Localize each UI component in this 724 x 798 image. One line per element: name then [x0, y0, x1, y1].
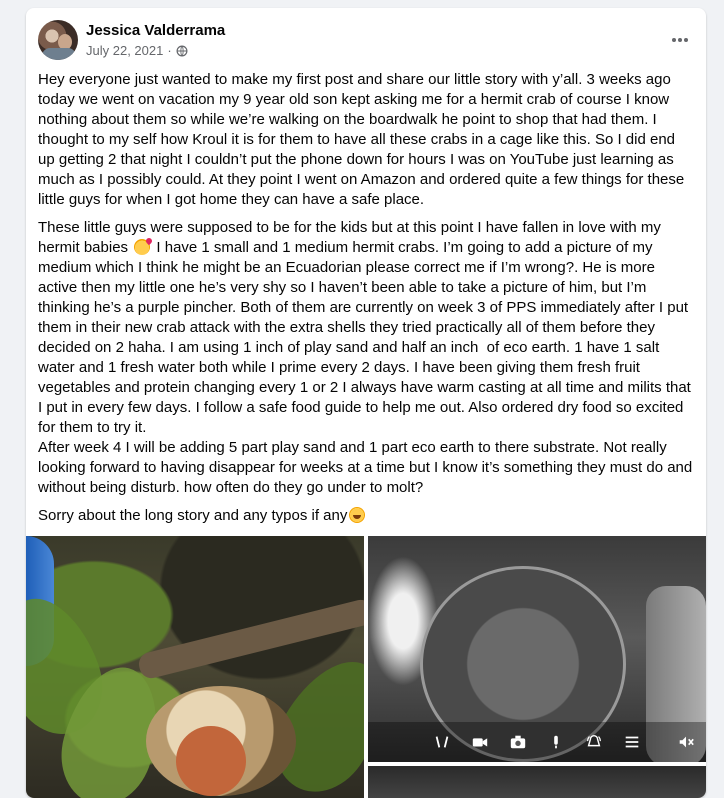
post-body: Hey everyone just wanted to make my firs…	[38, 70, 694, 534]
smiling-face-with-hearts-icon	[134, 239, 151, 255]
photo-grid	[26, 536, 706, 798]
paragraph-text: Sorry about the long story and any typos…	[38, 507, 348, 524]
globe-icon[interactable]	[176, 45, 188, 57]
meta-separator: ·	[167, 43, 172, 58]
photo-additional[interactable]	[368, 766, 706, 798]
post-paragraph: Sorry about the long story and any typos…	[38, 506, 694, 526]
microphone-icon[interactable]	[546, 732, 566, 752]
photo-detail	[176, 726, 246, 796]
rolling-on-the-floor-laughing-icon	[349, 507, 366, 523]
more-options-button[interactable]	[664, 24, 696, 56]
paragraph-text: I have 1 small and 1 medium hermit crabs…	[38, 239, 693, 496]
author-name[interactable]: Jessica Valderrama	[86, 22, 225, 39]
avatar-shirt	[42, 48, 76, 60]
volume-mute-icon[interactable]	[676, 732, 696, 752]
post-card: Jessica Valderrama July 22, 2021 · Hey e…	[26, 8, 706, 798]
post-meta: July 22, 2021 ·	[86, 43, 188, 58]
post-date[interactable]: July 22, 2021	[86, 43, 163, 58]
menu-icon[interactable]	[622, 732, 642, 752]
post-paragraph: Hey everyone just wanted to make my firs…	[38, 71, 689, 208]
mic-icon[interactable]	[432, 732, 452, 752]
video-icon[interactable]	[470, 732, 490, 752]
post-paragraph: These little guys were supposed to be fo…	[38, 218, 694, 498]
post-header: Jessica Valderrama July 22, 2021 ·	[26, 8, 706, 70]
author-avatar[interactable]	[38, 20, 78, 60]
photo-hermit-crab[interactable]	[26, 536, 364, 798]
camera-controls-bar	[368, 722, 706, 762]
photo-crabitat-camera[interactable]	[368, 536, 706, 762]
more-horizontal-icon	[672, 38, 688, 42]
alarm-icon[interactable]	[584, 732, 604, 752]
camera-icon[interactable]	[508, 732, 528, 752]
